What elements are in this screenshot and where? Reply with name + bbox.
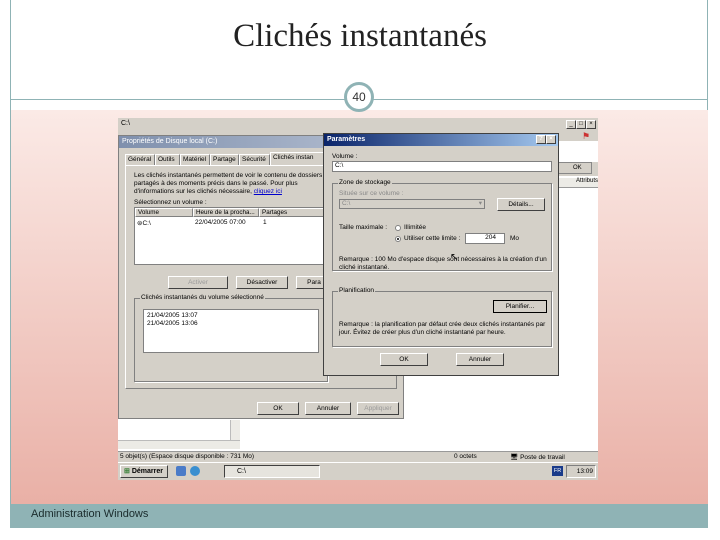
snapshot-item[interactable]: 21/04/2005 13:06 — [147, 320, 315, 328]
chevron-down-icon: ▾ — [478, 200, 482, 207]
storage-group: Zone de stockage Située sur ce volume : … — [332, 179, 552, 271]
schedule-note: Remarque : la planification par défaut c… — [339, 321, 546, 336]
volume-row-next-time: 22/04/2005 07:00 — [195, 219, 246, 226]
column-volume[interactable]: Volume — [135, 208, 193, 217]
taskbar-item-label: C:\ — [237, 468, 246, 475]
footer-text: Administration Windows — [31, 508, 149, 520]
settings-ok-button[interactable]: OK — [380, 353, 428, 366]
volume-row-label: C:\ — [142, 220, 151, 227]
slide-title: Clichés instantanés — [233, 18, 487, 54]
help-button[interactable]: ? — [536, 135, 546, 144]
attributes-column-header[interactable]: Attributs — [558, 178, 598, 188]
use-limit-label: Utiliser cette limite : — [404, 235, 461, 242]
windows-flag-icon: ⚑ — [582, 131, 591, 141]
limit-unit: Mo — [510, 235, 520, 242]
minimize-button[interactable]: _ — [566, 120, 576, 129]
page-number: 40 — [344, 82, 374, 112]
volume-label: Volume : — [332, 153, 358, 160]
limit-stepper[interactable]: 204 — [465, 233, 505, 244]
status-computer: 🖥 Poste de travail — [510, 454, 565, 461]
taskbar-explorer-item[interactable]: C:\ — [224, 465, 320, 478]
settings-title: Paramètres ? × — [324, 134, 558, 146]
explorer-title: C:\ — [121, 120, 130, 127]
use-limit-radio[interactable] — [395, 236, 401, 242]
tab-hardware[interactable]: Matériel — [180, 154, 210, 165]
tab-general[interactable]: Général — [125, 154, 155, 165]
schedule-group-label: Planification — [338, 287, 376, 294]
volume-row-shares: 1 — [263, 219, 267, 226]
horizontal-scrollbar[interactable] — [118, 440, 240, 449]
close-button[interactable]: × — [586, 120, 596, 129]
screenshot: C:\ _ □ × ⚑ OK Attributs 5 objet(s) (Esp… — [118, 118, 598, 480]
unlimited-label: Illimitée — [404, 224, 427, 231]
status-objects: 5 objet(s) (Espace disque disponible : 7… — [120, 453, 255, 460]
located-on-value: C:\ — [342, 200, 351, 207]
maximize-button[interactable]: □ — [576, 120, 586, 129]
tab-sharing[interactable]: Partage — [210, 154, 239, 165]
tab-shadow-copies[interactable]: Clichés instan — [270, 152, 326, 166]
located-on-select[interactable]: C:\ ▾ — [339, 199, 485, 209]
start-label: Démarrer — [131, 468, 163, 475]
volume-row-name[interactable]: ⊜C:\ — [137, 219, 151, 227]
shadow-copies-description: Les clichés instantanés permettent de vo… — [134, 172, 334, 196]
mouse-cursor-icon: ↖ — [450, 252, 459, 263]
settings-cancel-button[interactable]: Annuler — [456, 353, 504, 366]
explorer-titlebar: C:\ _ □ × — [118, 118, 598, 131]
details-button[interactable]: Détails... — [497, 198, 545, 211]
help-link[interactable]: cliquez ici — [254, 188, 282, 195]
taskbar: ⊞ Démarrer C:\ FR 13:09 — [118, 462, 598, 480]
system-tray: 13:09 — [566, 465, 596, 478]
snapshots-list[interactable]: 21/04/2005 13:07 21/04/2005 13:06 — [143, 309, 319, 353]
tab-security[interactable]: Sécurité — [239, 154, 270, 165]
volume-field: C:\ — [332, 161, 552, 172]
footer-bar: Administration Windows — [11, 504, 708, 528]
settings-close-button[interactable]: × — [546, 135, 556, 144]
internet-explorer-icon[interactable] — [190, 466, 200, 476]
windows-logo-icon: ⊞ — [124, 468, 130, 475]
deactivate-button[interactable]: Désactiver — [236, 276, 288, 289]
status-size: 0 octets — [454, 453, 477, 460]
schedule-button[interactable]: Planifier... — [493, 300, 547, 313]
status-computer-label: Poste de travail — [520, 454, 565, 461]
snapshots-group: Clichés instantanés du volume sélectionn… — [134, 294, 328, 382]
unlimited-radio[interactable] — [395, 225, 401, 231]
schedule-group: Planification Planifier... Remarque : la… — [332, 287, 552, 347]
clock[interactable]: 13:09 — [577, 468, 593, 475]
start-button[interactable]: ⊞ Démarrer — [120, 465, 168, 478]
volume-list[interactable]: Volume Heure de la procha... Partages ⊜C… — [134, 207, 330, 265]
storage-group-label: Zone de stockage — [338, 179, 392, 186]
activate-button[interactable]: Activer — [168, 276, 228, 289]
address-go-button[interactable]: OK — [558, 162, 592, 174]
snapshot-item[interactable]: 21/04/2005 13:07 — [147, 312, 315, 320]
ok-button[interactable]: OK — [257, 402, 299, 415]
located-on-label: Située sur ce volume : — [339, 190, 404, 197]
language-indicator[interactable]: FR — [552, 466, 563, 476]
apply-button[interactable]: Appliquer — [357, 402, 399, 415]
show-desktop-icon[interactable] — [176, 466, 186, 476]
description-text: Les clichés instantanés permettent de vo… — [134, 172, 323, 195]
max-size-label: Taille maximale : — [339, 224, 388, 231]
storage-note: Remarque : 100 Mo d'espace disque sont n… — [339, 256, 547, 271]
snapshots-group-label: Clichés instantanés du volume sélectionn… — [140, 294, 265, 301]
tab-tools[interactable]: Outils — [155, 154, 180, 165]
select-volume-label: Sélectionnez un volume : — [134, 199, 207, 206]
column-shares[interactable]: Partages — [259, 208, 329, 217]
cancel-button[interactable]: Annuler — [305, 402, 351, 415]
column-next-run[interactable]: Heure de la procha... — [193, 208, 259, 217]
explorer-file-pane — [240, 420, 468, 448]
settings-title-text: Paramètres — [327, 136, 366, 143]
settings-dialog: Paramètres ? × Volume : C:\ Zone de stoc… — [323, 133, 559, 376]
